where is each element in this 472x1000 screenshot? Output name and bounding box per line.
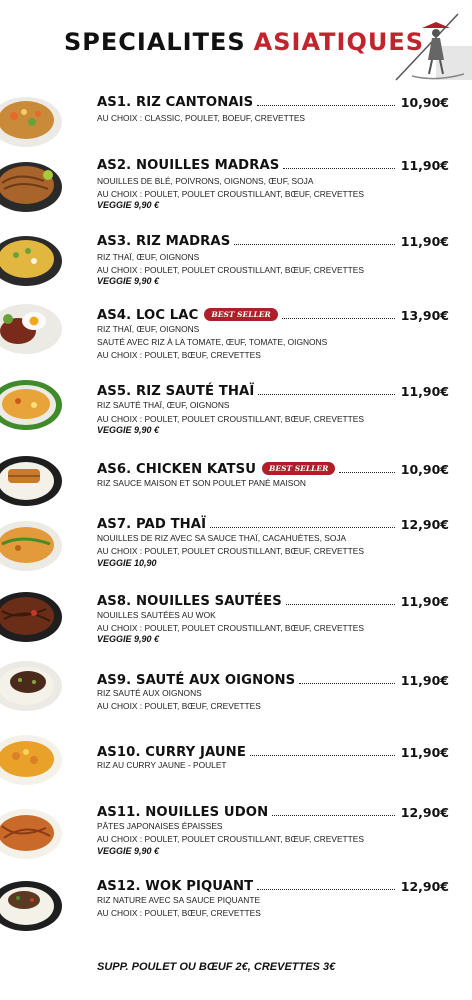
dot-leader — [234, 244, 395, 245]
item-desc: RIZ SAUTÉ THAÏ, ŒUF, OIGNONS — [97, 400, 230, 410]
item-name: AS5. RIZ SAUTÉ THAÏ — [97, 384, 255, 399]
item-desc: AU CHOIX : POULET, POULET CROUSTILLANT, … — [97, 834, 364, 844]
yellow-curry-bowl-icon — [0, 735, 62, 785]
wok-noodles-icon — [0, 592, 62, 642]
item-name: AS9. SAUTÉ AUX OIGNONS — [97, 673, 296, 688]
dot-leader — [283, 168, 395, 169]
item-desc: RIZ SAUCE MAISON ET SON POULET PANÉ MAIS… — [97, 478, 306, 488]
item-line: AS12. WOK PIQUANT 12,90€ — [97, 876, 449, 894]
dot-leader — [281, 318, 395, 319]
dot-leader — [285, 604, 395, 605]
item-line: AS10. CURRY JAUNE 11,90€ — [97, 742, 449, 760]
item-name: AS10. CURRY JAUNE — [97, 745, 246, 760]
item-line: AS1. RIZ CANTONAIS 10,90€ — [97, 92, 449, 110]
boatman-illustration-icon — [395, 13, 472, 81]
item-line: AS7. PAD THAÏ 12,90€ — [97, 514, 449, 532]
item-price: 10,90€ — [400, 462, 449, 477]
item-price: 12,90€ — [400, 805, 449, 820]
dot-leader — [249, 755, 395, 756]
item-desc: RIZ THAÏ, ŒUF, OIGNONS — [97, 252, 200, 262]
dot-leader — [210, 527, 395, 528]
item-name: AS1. RIZ CANTONAIS — [97, 95, 254, 110]
dot-leader — [257, 105, 395, 106]
dot-leader — [258, 394, 395, 395]
udon-plate-icon — [0, 809, 62, 859]
item-veggie-price: VEGGIE 9,90 € — [97, 200, 160, 210]
item-name: AS7. PAD THAÏ — [97, 517, 207, 532]
item-price: 11,90€ — [400, 594, 449, 609]
dot-leader — [339, 472, 395, 473]
item-line: AS11. NOUILLES UDON 12,90€ — [97, 802, 449, 820]
item-desc: NOUILLES SAUTÉES AU WOK — [97, 610, 216, 620]
item-desc: AU CHOIX : POULET, BŒUF, CREVETTES — [97, 908, 261, 918]
item-price: 12,90€ — [400, 879, 449, 894]
item-name: AS8. NOUILLES SAUTÉES — [97, 594, 282, 609]
best-seller-badge: BEST SELLER — [262, 462, 336, 475]
item-name: AS3. RIZ MADRAS — [97, 234, 231, 249]
yellow-rice-plate-icon — [0, 236, 62, 286]
item-price: 10,90€ — [400, 95, 449, 110]
noodles-plate-icon — [0, 162, 62, 212]
item-veggie-price: VEGGIE 9,90 € — [97, 846, 160, 856]
item-price: 11,90€ — [400, 384, 449, 399]
item-line: AS4. LOC LAC BEST SELLER 13,90€ — [97, 305, 449, 323]
fried-rice-bowl-icon — [0, 97, 62, 147]
item-veggie-price: VEGGIE 9,90 € — [97, 276, 160, 286]
item-name: AS4. LOC LAC — [97, 308, 199, 323]
item-desc: NOUILLES DE BLÉ, POIVRONS, OIGNONS, ŒUF,… — [97, 176, 314, 186]
item-desc: AU CHOIX : POULET, BŒUF, CREVETTES — [97, 350, 261, 360]
item-line: AS6. CHICKEN KATSU BEST SELLER 10,90€ — [97, 459, 449, 477]
item-desc: RIZ AU CURRY JAUNE - POULET — [97, 760, 227, 770]
item-veggie-price: VEGGIE 9,90 € — [97, 425, 160, 435]
item-price: 11,90€ — [400, 234, 449, 249]
item-desc: AU CHOIX : POULET, BŒUF, CREVETTES — [97, 701, 261, 711]
item-desc: NOUILLES DE RIZ AVEC SA SAUCE THAÏ, CACA… — [97, 533, 347, 543]
item-price: 11,90€ — [400, 745, 449, 760]
best-seller-badge: BEST SELLER — [204, 308, 278, 321]
item-veggie-price: VEGGIE 10,90 — [97, 558, 157, 568]
item-desc: PÂTES JAPONAISES ÉPAISSES — [97, 821, 223, 831]
item-desc: RIZ THAÏ, ŒUF, OIGNONS — [97, 324, 200, 334]
spicy-wok-plate-icon — [0, 881, 62, 931]
item-name: AS11. NOUILLES UDON — [97, 805, 269, 820]
title-word-specialites: SPECIALITES — [64, 28, 246, 56]
pad-thai-plate-icon — [0, 521, 62, 571]
menu-header: SPECIALITES ASIATIQUES — [0, 0, 472, 90]
item-line: AS2. NOUILLES MADRAS 11,90€ — [97, 155, 449, 173]
item-line: AS5. RIZ SAUTÉ THAÏ 11,90€ — [97, 381, 449, 399]
item-price: 12,90€ — [400, 517, 449, 532]
item-price: 11,90€ — [400, 673, 449, 688]
item-desc: AU CHOIX : CLASSIC, POULET, BOEUF, CREVE… — [97, 113, 306, 123]
item-name: AS6. CHICKEN KATSU — [97, 462, 257, 477]
dot-leader — [257, 889, 395, 890]
dot-leader — [299, 683, 395, 684]
onion-saute-plate-icon — [0, 661, 62, 711]
thai-rice-plate-icon — [0, 380, 62, 430]
item-veggie-price: VEGGIE 9,90 € — [97, 634, 160, 644]
page-title: SPECIALITES ASIATIQUES — [64, 28, 424, 56]
item-price: 11,90€ — [400, 158, 449, 173]
loc-lac-plate-icon — [0, 304, 62, 354]
item-desc: RIZ SAUTÉ AUX OIGNONS — [97, 688, 202, 698]
katsu-plate-icon — [0, 456, 62, 506]
item-name: AS12. WOK PIQUANT — [97, 879, 254, 894]
supplement-note: SUPP. POULET OU BŒUF 2€, CREVETTES 3€ — [97, 961, 336, 973]
item-desc: AU CHOIX : POULET, POULET CROUSTILLANT, … — [97, 546, 364, 556]
dot-leader — [272, 815, 395, 816]
item-line: AS9. SAUTÉ AUX OIGNONS 11,90€ — [97, 670, 449, 688]
item-line: AS8. NOUILLES SAUTÉES 11,90€ — [97, 591, 449, 609]
item-line: AS3. RIZ MADRAS 11,90€ — [97, 231, 449, 249]
item-desc: SAUTÉ AVEC RIZ À LA TOMATE, ŒUF, TOMATE,… — [97, 337, 328, 347]
item-name: AS2. NOUILLES MADRAS — [97, 158, 280, 173]
item-price: 13,90€ — [400, 308, 449, 323]
item-desc: RIZ NATURE AVEC SA SAUCE PIQUANTE — [97, 895, 261, 905]
